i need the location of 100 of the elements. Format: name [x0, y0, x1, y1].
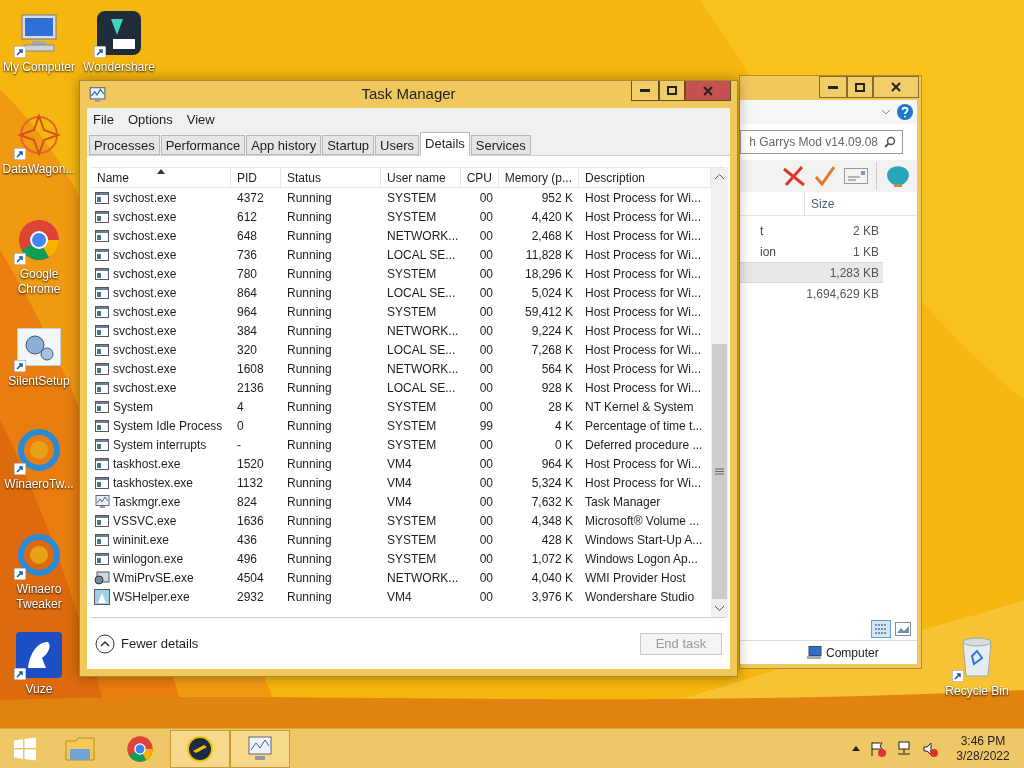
close-button[interactable] — [873, 76, 919, 98]
shortcut-arrow-icon — [14, 568, 26, 580]
shortcut-arrow-icon — [14, 463, 26, 475]
window-icon — [95, 476, 109, 489]
table-cell-text: 5,324 K — [531, 474, 573, 492]
table-cell-text: Microsoft® Volume ... — [585, 512, 700, 530]
maximize-button[interactable] — [659, 81, 685, 101]
file-row[interactable]: 1,283 KB — [740, 262, 883, 283]
table-cell-text: Percentage of time t... — [585, 417, 703, 435]
envelope-icon[interactable] — [844, 168, 868, 184]
table-cell-text: 00 — [479, 227, 493, 245]
network-icon[interactable] — [896, 740, 912, 757]
table-cell-text: Host Process for Wi... — [585, 455, 702, 473]
taskbar-button[interactable] — [170, 729, 230, 768]
file-row[interactable]: ion 1 KB — [740, 241, 883, 262]
menu-item[interactable]: Options — [127, 110, 173, 130]
tab[interactable]: Services — [470, 135, 531, 155]
help-icon[interactable] — [897, 104, 913, 120]
table-cell-text: 00 — [479, 379, 493, 397]
search-field[interactable]: h Garrys Mod v14.09.08 — [740, 130, 903, 154]
chrome-icon — [126, 734, 154, 763]
table-cell-text: Running — [287, 493, 332, 511]
scroll-thumb[interactable] — [712, 344, 727, 599]
menu-item[interactable]: View — [186, 110, 215, 130]
column-header[interactable]: Name — [91, 168, 231, 188]
fewer-details-button[interactable]: Fewer details — [95, 633, 199, 654]
shortcut-arrow-icon — [14, 148, 26, 160]
table-cell-text: 00 — [479, 436, 493, 454]
table-cell-text: Running — [287, 417, 332, 435]
file-row[interactable]: t 2 KB — [740, 220, 883, 241]
shortcut-arrow-icon — [14, 253, 26, 265]
table-cell-text: 612 — [237, 208, 258, 226]
flag-error-icon[interactable] — [870, 740, 886, 757]
file-row[interactable]: 1,694,629 KB — [740, 283, 883, 304]
table-cell-text: Host Process for Wi... — [585, 379, 702, 397]
scrollbar[interactable] — [711, 168, 728, 617]
table-cell-text: 964 K — [541, 455, 573, 473]
tab[interactable]: App history — [246, 135, 322, 155]
table-cell-text: Host Process for Wi... — [585, 208, 702, 226]
table-cell-text: Deferred procedure ... — [585, 436, 703, 454]
tab[interactable]: Users — [375, 135, 420, 155]
maximize-button[interactable] — [847, 76, 873, 98]
table-cell-text: 00 — [479, 588, 493, 606]
table-cell-text: 7,632 K — [531, 493, 573, 511]
clock-time[interactable]: 3:46 PM — [960, 733, 1006, 749]
table-cell-text: 736 — [237, 246, 258, 264]
column-header[interactable]: PID — [231, 168, 281, 188]
table-cell-text: SYSTEM — [387, 303, 437, 321]
column-header[interactable]: CPU — [461, 168, 499, 188]
cross-icon[interactable] — [782, 165, 806, 187]
table-cell-text: 2136 — [237, 379, 264, 397]
process-name: System — [113, 398, 153, 416]
table-cell-text: Running — [287, 303, 332, 321]
table-cell-text: 00 — [479, 512, 493, 530]
checkmark-icon[interactable] — [814, 165, 836, 187]
process-name: System Idle Process — [113, 417, 223, 435]
process-name: winlogon.exe — [113, 550, 184, 568]
column-header[interactable]: User name — [381, 168, 461, 188]
table-cell-text: Running — [287, 284, 332, 302]
computer-icon — [806, 645, 822, 660]
table-cell-text: 428 K — [541, 531, 573, 549]
file-name: ion — [760, 243, 777, 261]
process-name: taskhostex.exe — [113, 474, 194, 492]
speaker-muted-icon[interactable] — [922, 740, 938, 757]
monitor-graph-icon — [245, 734, 275, 763]
chevron-down-icon[interactable] — [881, 109, 891, 115]
window-icon — [95, 324, 109, 337]
menu-item[interactable]: File — [93, 110, 114, 130]
clock-date[interactable]: 3/28/2022 — [956, 748, 1010, 764]
window-icon — [95, 362, 109, 375]
tab[interactable]: Startup — [322, 135, 375, 155]
file-size: 1,694,629 KB — [805, 285, 880, 303]
column-header[interactable]: Memory (p... — [499, 168, 579, 188]
table-cell-text: Running — [287, 189, 332, 207]
tab[interactable]: Performance — [160, 135, 246, 155]
minimize-button[interactable] — [819, 76, 847, 98]
thumbnail-view-icon[interactable] — [895, 622, 911, 636]
table-cell-text: 00 — [479, 531, 493, 549]
column-header[interactable]: Size — [804, 192, 900, 215]
details-view-icon[interactable] — [871, 620, 891, 638]
window-icon — [95, 343, 109, 356]
tab[interactable]: Details — [420, 132, 470, 156]
process-name: svchost.exe — [113, 360, 177, 378]
process-name: svchost.exe — [113, 246, 177, 264]
table-cell-text: Running — [287, 398, 332, 416]
table-cell-text: 00 — [479, 189, 493, 207]
process-name: WSHelper.exe — [113, 588, 190, 606]
shell-icon[interactable] — [885, 164, 911, 188]
show-hidden-icons-icon[interactable] — [852, 746, 860, 751]
column-header[interactable]: Status — [281, 168, 381, 188]
tab[interactable]: Processes — [89, 135, 160, 155]
table-cell-text: Host Process for Wi... — [585, 474, 702, 492]
table-cell-text: Running — [287, 550, 332, 568]
shortcut-arrow-icon — [14, 668, 26, 680]
minimize-button[interactable] — [631, 81, 659, 101]
window-icon — [95, 400, 109, 413]
window-icon — [95, 419, 109, 432]
window-icon — [95, 210, 109, 223]
table-cell-text: LOCAL SE... — [387, 341, 456, 359]
window-icon — [95, 514, 109, 527]
